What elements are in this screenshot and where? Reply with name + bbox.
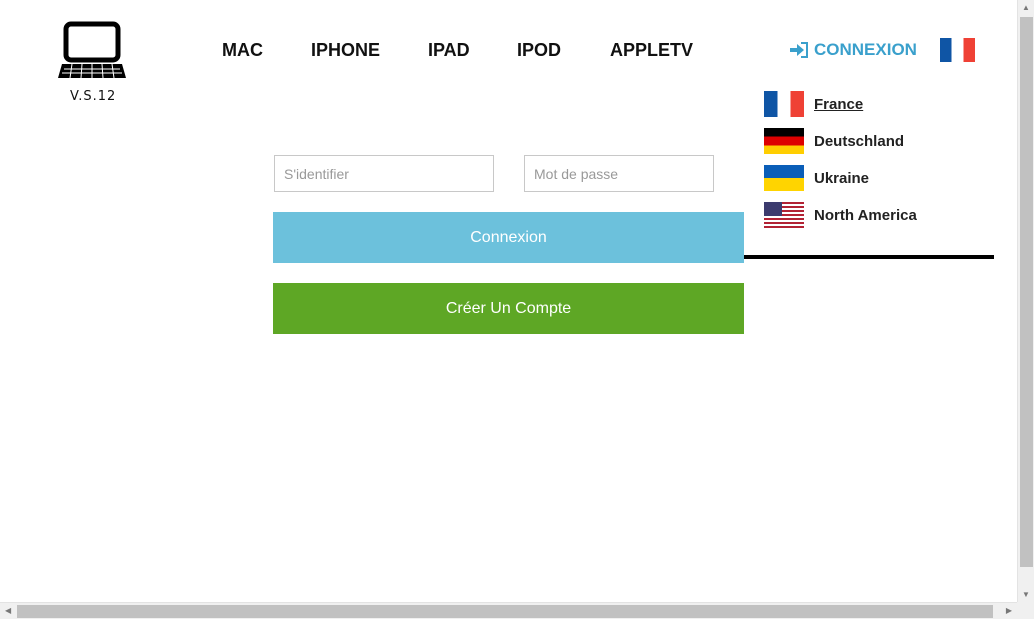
header-login-link[interactable]: CONNEXION — [790, 40, 917, 60]
vertical-scrollbar[interactable]: ▲ ▼ — [1017, 0, 1034, 602]
sign-in-icon — [790, 42, 808, 58]
language-label: North America — [814, 206, 917, 224]
create-account-button[interactable]: Créer Un Compte — [273, 283, 744, 334]
germany-flag-icon — [764, 128, 804, 154]
language-label: Deutschland — [814, 132, 905, 150]
login-submit-label: Connexion — [470, 228, 547, 246]
nav-item-appletv[interactable]: APPLETV — [610, 40, 693, 61]
scroll-up-icon[interactable]: ▲ — [1022, 3, 1030, 12]
france-flag-icon — [764, 91, 804, 117]
usa-flag-icon — [764, 202, 804, 228]
language-item-ukraine[interactable]: Ukraine — [764, 165, 869, 191]
scrollbar-corner — [1017, 602, 1034, 619]
create-account-label: Créer Un Compte — [445, 299, 572, 317]
language-dropdown: France Deutschland Ukraine North America — [714, 78, 994, 259]
nav-item-ipod[interactable]: IPOD — [517, 40, 561, 61]
horizontal-scroll-thumb[interactable] — [17, 605, 993, 618]
laptop-icon — [58, 21, 126, 79]
scroll-left-icon[interactable]: ◀ — [5, 606, 11, 615]
brand-name: V.S.12 — [70, 89, 117, 104]
ukraine-flag-icon — [764, 165, 804, 191]
vertical-scroll-thumb[interactable] — [1020, 17, 1033, 567]
password-input[interactable] — [524, 155, 714, 192]
language-item-north-america[interactable]: North America — [764, 202, 917, 228]
scroll-down-icon[interactable]: ▼ — [1022, 590, 1030, 599]
header-login-label: CONNEXION — [814, 40, 917, 59]
nav-item-mac[interactable]: MAC — [222, 40, 263, 61]
scroll-right-icon[interactable]: ▶ — [1006, 606, 1012, 615]
nav-item-iphone[interactable]: IPHONE — [311, 40, 380, 61]
username-input[interactable] — [274, 155, 494, 192]
horizontal-scrollbar[interactable]: ◀ ▶ — [0, 602, 1017, 619]
language-label: Ukraine — [814, 169, 870, 187]
login-submit-button[interactable]: Connexion — [273, 212, 744, 263]
language-item-deutschland[interactable]: Deutschland — [764, 128, 904, 154]
france-flag-icon[interactable] — [940, 38, 975, 62]
language-label: France — [814, 95, 864, 113]
nav-item-ipad[interactable]: IPAD — [428, 40, 470, 61]
language-item-france[interactable]: France — [764, 91, 863, 117]
